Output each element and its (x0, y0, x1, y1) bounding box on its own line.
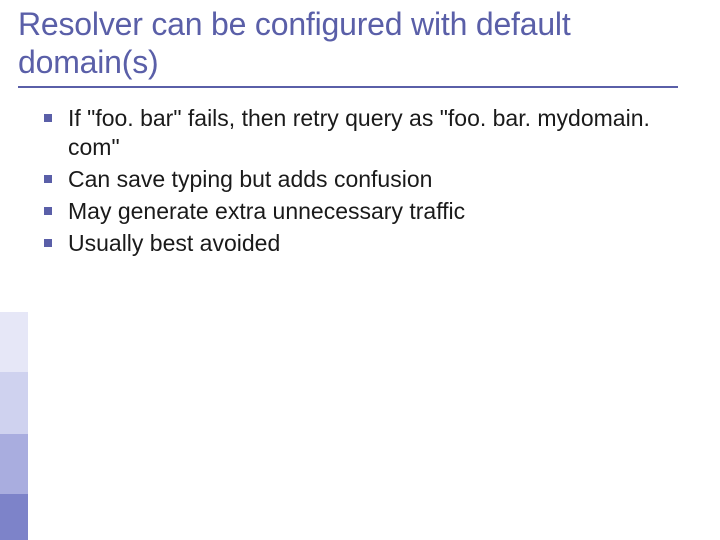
title-block: Resolver can be configured with default … (0, 0, 720, 88)
bullet-list: If "foo. bar" fails, then retry query as… (34, 104, 696, 259)
body-area: If "foo. bar" fails, then retry query as… (0, 88, 720, 259)
list-item: May generate extra unnecessary traffic (34, 197, 696, 227)
deco-segment (0, 494, 28, 540)
side-decoration (0, 312, 28, 540)
deco-segment (0, 372, 28, 434)
slide-title: Resolver can be configured with default … (18, 6, 702, 82)
list-item: If "foo. bar" fails, then retry query as… (34, 104, 696, 164)
deco-segment (0, 312, 28, 372)
deco-segment (0, 434, 28, 494)
list-item: Usually best avoided (34, 229, 696, 259)
list-item: Can save typing but adds confusion (34, 165, 696, 195)
slide: Resolver can be configured with default … (0, 0, 720, 540)
